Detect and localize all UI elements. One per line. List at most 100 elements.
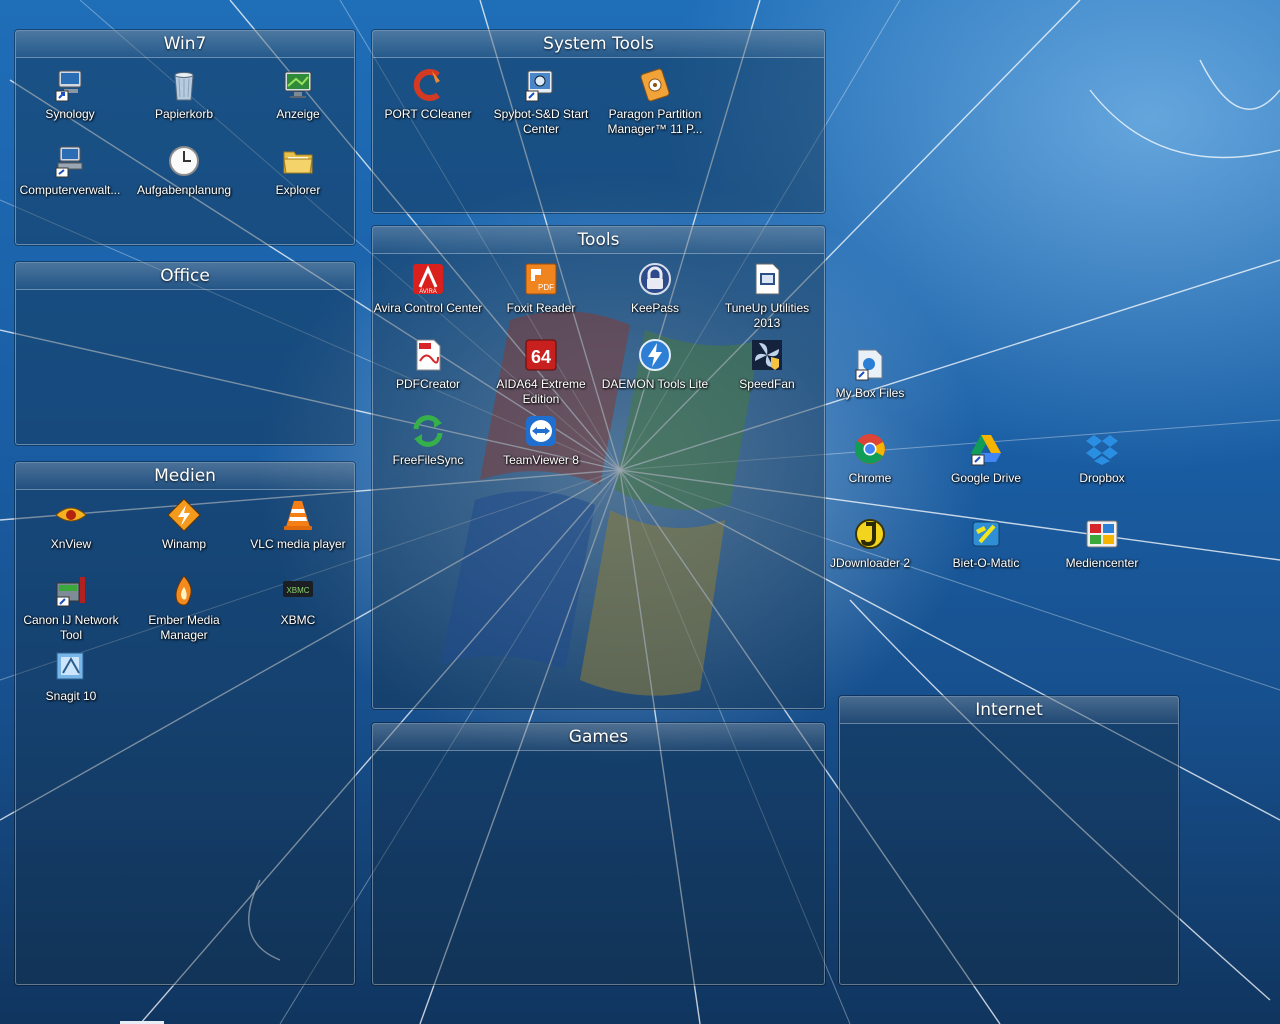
icon-label: Canon IJ Network Tool [23,613,119,642]
fence-games[interactable]: Games [372,723,825,985]
icon-label: Paragon Partition Manager™ 11 P... [607,107,703,136]
desktop-icon-aufgabenplanung[interactable]: Aufgabenplanung [128,143,240,198]
fence-tools[interactable]: Tools AVIRA Avira Control Center PDF Fox… [372,226,825,709]
icon-label: DAEMON Tools Lite [601,377,709,391]
xbmc-icon: XBMC [283,581,313,597]
avira-icon: AVIRA [413,264,443,295]
fence-title: Medien [16,463,354,490]
icon-label: Dropbox [1079,471,1125,485]
icon-label: Biet-O-Matic [952,556,1020,570]
desktop-icon-aida64[interactable]: 64 AIDA64 Extreme Edition [485,337,597,407]
fence-win7[interactable]: Win7 Synology Papierkorb Anzeige Compute… [15,30,355,245]
desktop-icon-bietomatic[interactable]: Biet-O-Matic [930,516,1042,571]
clock-icon [169,146,199,176]
xnview-eye-icon [55,507,87,522]
traffic-cone-icon [284,501,312,530]
icon-label: KeePass [630,301,680,315]
desktop-icon-mediencenter[interactable]: Mediencenter [1046,516,1158,571]
fence-title: Win7 [16,31,354,58]
desktop-icon-keepass[interactable]: KeePass [599,261,711,316]
desktop-icon-xbmc[interactable]: XBMC XBMC [242,573,354,628]
desktop-icon-port-ccleaner[interactable]: PORT CCleaner [372,67,484,122]
desktop-icon-myboxfiles[interactable]: My Box Files [814,346,926,401]
desktop-icon-daemon[interactable]: DAEMON Tools Lite [599,337,711,392]
icon-label: Ember Media Manager [148,613,220,642]
icon-label: Chrome [848,471,892,485]
padlock-icon [639,263,671,295]
ccleaner-icon [413,69,440,101]
desktop-icon-pdfcreator[interactable]: PDFCreator [372,337,484,392]
desktop-icon-synology[interactable]: Synology [14,67,126,122]
box-folder-icon [855,349,883,381]
folder-icon [283,151,313,174]
snagit-icon [56,652,84,680]
dropbox-icon [1086,435,1118,465]
fence-medien[interactable]: Medien XnView Winamp VLC media player Ca… [15,462,355,985]
desktop-icon-speedfan[interactable]: SpeedFan [711,337,823,392]
icon-label: PORT CCleaner [384,107,472,121]
display-monitor-icon [284,71,312,98]
desktop-icon-snagit[interactable]: Snagit 10 [15,649,127,704]
desktop-icon-tuneup[interactable]: TuneUp Utilities 2013 [711,261,823,331]
icon-label: Foxit Reader [506,301,576,315]
paragon-partition-icon [640,68,670,102]
desktop-icon-anzeige[interactable]: Anzeige [242,67,354,122]
desktop-icon-dropbox[interactable]: Dropbox [1046,431,1158,486]
fence-internet[interactable]: Internet [839,696,1179,985]
icon-label: Mediencenter [1065,556,1139,570]
google-drive-icon [971,435,1001,466]
desktop-icon-googledrive[interactable]: Google Drive [930,431,1042,486]
icon-label: Snagit 10 [45,689,97,703]
icon-label: XnView [50,537,92,551]
desktop-icon-computerverwaltung[interactable]: Computerverwalt... [14,143,126,198]
icon-label: Explorer [275,183,321,197]
icon-label: Computerverwalt... [19,183,121,197]
icon-label: XBMC [280,613,316,627]
spybot-icon [525,70,553,102]
icon-label: Synology [45,107,95,121]
tuneup-document-icon [755,263,780,295]
computer-management-icon [55,146,83,178]
desktop-icon-canon[interactable]: Canon IJ Network Tool [15,573,127,643]
pdfcreator-icon [416,339,441,371]
desktop-icon-spybot[interactable]: Spybot-S&D Start Center [485,67,597,137]
foxit-reader-icon: PDF [525,263,557,295]
icon-label: AIDA64 Extreme Edition [496,377,586,406]
fence-title: System Tools [373,31,824,58]
icon-label: My Box Files [835,386,905,400]
icon-label: Anzeige [276,107,320,121]
desktop-icon-jdownloader[interactable]: JDownloader 2 [814,516,926,571]
desktop-icon-teamviewer[interactable]: TeamViewer 8 [485,413,597,468]
icon-label: Winamp [161,537,206,551]
fence-office[interactable]: Office [15,262,355,445]
fence-system-tools[interactable]: System Tools PORT CCleaner Spybot-S&D St… [372,30,825,213]
desktop-icon-vlc[interactable]: VLC media player [242,497,354,552]
desktop-icon-ember[interactable]: Ember Media Manager [128,573,240,643]
desktop-icon-paragon[interactable]: Paragon Partition Manager™ 11 P... [599,67,711,137]
icon-label: FreeFileSync [392,453,464,467]
foxit-icon-badge: PDF [538,283,554,292]
icon-label: TuneUp Utilities 2013 [724,301,810,330]
desktop-icon-avira[interactable]: AVIRA Avira Control Center [372,261,484,316]
mediencenter-icon [1086,520,1118,548]
icon-label: Aufgabenplanung [136,183,232,197]
desktop-icon-freefilesync[interactable]: FreeFileSync [372,413,484,468]
fence-title: Internet [840,697,1178,724]
icon-label: Avira Control Center [373,301,483,315]
flame-icon [175,575,192,606]
desktop-icon-papierkorb[interactable]: Papierkorb [128,67,240,122]
desktop-icon-xnview[interactable]: XnView [15,497,127,552]
network-tool-icon [56,577,85,607]
winamp-icon [167,498,201,532]
fan-shield-icon [752,340,782,370]
aida64-icon: 64 [525,339,557,371]
desktop-icon-explorer[interactable]: Explorer [242,143,354,198]
aida64-icon-badge: 64 [531,347,551,367]
avira-icon-badge: AVIRA [419,289,437,295]
desktop-icon-chrome[interactable]: Chrome [814,431,926,486]
desktop-icon-foxit[interactable]: PDF Foxit Reader [485,261,597,316]
icon-label: VLC media player [250,537,346,551]
icon-label: PDFCreator [395,377,460,391]
fence-title: Office [16,263,354,290]
desktop-icon-winamp[interactable]: Winamp [128,497,240,552]
